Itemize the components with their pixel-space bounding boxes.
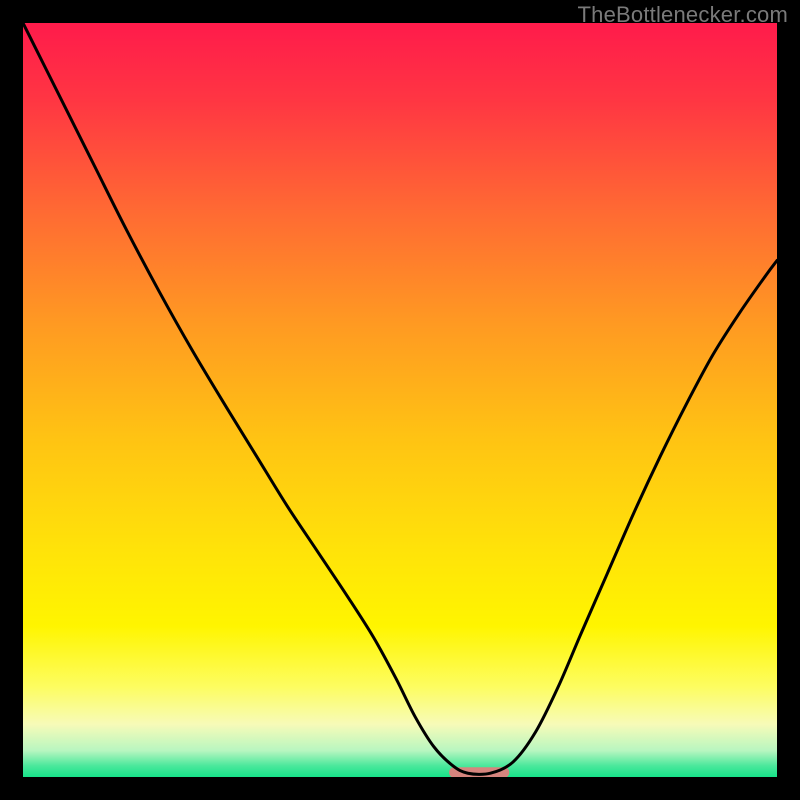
watermark-text: TheBottlenecker.com: [578, 2, 788, 28]
gradient-background: [23, 23, 777, 777]
chart-frame: TheBottlenecker.com: [0, 0, 800, 800]
bottleneck-chart: [0, 0, 800, 800]
